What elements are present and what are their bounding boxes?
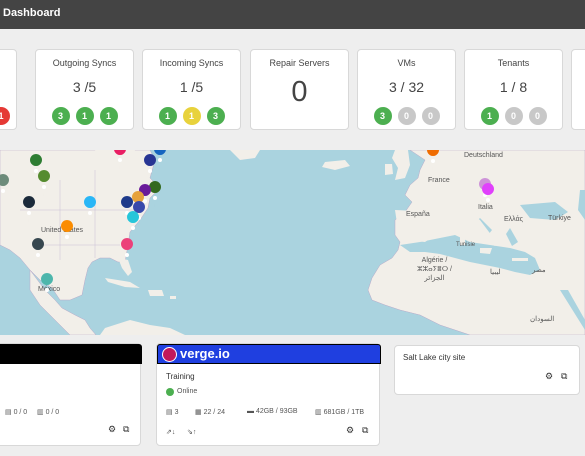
stat-card-tenants[interactable]: Tenants 1 / 8 1 0 0 bbox=[464, 49, 563, 130]
map-pin[interactable] bbox=[127, 211, 140, 237]
page-title: Dashboard bbox=[3, 7, 61, 19]
map-pin[interactable] bbox=[427, 150, 439, 170]
node-count: ▤ 3 bbox=[166, 409, 179, 416]
site-logo-text: verge.io bbox=[180, 346, 230, 361]
site-status: Online bbox=[177, 388, 198, 395]
status-badge-green: 3 bbox=[206, 107, 225, 125]
cpu-count: ▤ 0 / 0 bbox=[5, 409, 28, 416]
status-badge-gray: 0 bbox=[421, 107, 440, 125]
map-pin[interactable] bbox=[149, 181, 162, 207]
settings-gear-icon[interactable]: ⚙ bbox=[108, 424, 116, 435]
status-badge-green: 3 bbox=[51, 107, 70, 125]
status-online-indicator bbox=[166, 388, 174, 396]
status-badge-green: 1 bbox=[75, 107, 94, 125]
site-name: Training bbox=[166, 372, 195, 381]
cores-count: ▦ 22 / 24 bbox=[195, 409, 225, 416]
verge-logo-icon bbox=[162, 347, 177, 362]
map-pin[interactable] bbox=[23, 196, 36, 222]
storage-usage: ▥ 681GB / 1TB bbox=[315, 409, 365, 416]
stat-title: Incoming Syncs bbox=[159, 58, 224, 68]
status-badge-gray: 0 bbox=[504, 107, 523, 125]
sync-in-icon: ⇘↑ bbox=[187, 429, 197, 436]
external-link-icon[interactable]: ⧉ bbox=[561, 371, 567, 382]
status-badge-gray: 0 bbox=[528, 107, 547, 125]
cpu-icon: ▦ bbox=[195, 409, 202, 416]
status-badge-green: 1 bbox=[158, 107, 177, 125]
stat-title: Tenants bbox=[497, 58, 530, 68]
stat-value: 0 bbox=[291, 76, 308, 108]
stat-title: VMs bbox=[397, 58, 416, 68]
map-pin[interactable] bbox=[144, 154, 157, 180]
settings-gear-icon[interactable]: ⚙ bbox=[346, 425, 354, 436]
site-card-training[interactable]: verge.io Training Online ▤ 3 ▦ 22 / 24 ▬… bbox=[156, 343, 381, 446]
status-badge-yellow: 1 bbox=[182, 107, 201, 125]
ram-usage: ▬ 42GB / 93GB bbox=[247, 408, 298, 415]
stat-card-partial[interactable]: 1 bbox=[0, 49, 17, 130]
server-icon: ▤ bbox=[166, 409, 173, 416]
site-card-header: verge.io bbox=[157, 344, 381, 364]
settings-gear-icon[interactable]: ⚙ bbox=[545, 371, 553, 382]
map-pin[interactable] bbox=[38, 170, 51, 196]
storage-icon: ▥ bbox=[37, 409, 44, 416]
stat-value: 1 /5 bbox=[179, 79, 204, 95]
status-badge-green: 3 bbox=[373, 107, 392, 125]
map-pin[interactable] bbox=[41, 273, 54, 299]
stat-value: 3 / 32 bbox=[388, 79, 425, 95]
map-pin[interactable] bbox=[0, 174, 9, 200]
stat-value: 1 / 8 bbox=[499, 79, 528, 95]
stat-card-partial-right[interactable] bbox=[571, 49, 585, 130]
stat-value: 3 /5 bbox=[72, 79, 97, 95]
site-name: Salt Lake city site bbox=[403, 353, 466, 362]
stat-title: Outgoing Syncs bbox=[52, 58, 117, 68]
status-badge-green: 1 bbox=[480, 107, 499, 125]
stat-title: Repair Servers bbox=[269, 58, 330, 68]
map-pins-layer bbox=[0, 150, 495, 299]
site-card-left[interactable]: ▤ 0 / 0 ▥ 0 / 0 ⚙ ⧉ bbox=[0, 343, 142, 446]
memory-icon: ▬ bbox=[247, 408, 254, 415]
status-badge-green: 1 bbox=[99, 107, 118, 125]
external-link-icon[interactable]: ⧉ bbox=[123, 424, 129, 435]
stat-card-incoming-syncs[interactable]: Incoming Syncs 1 /5 1 1 3 bbox=[142, 49, 241, 130]
external-link-icon[interactable]: ⧉ bbox=[362, 425, 368, 436]
map-pin[interactable] bbox=[61, 220, 74, 246]
map-pin[interactable] bbox=[114, 150, 126, 169]
map-pin[interactable] bbox=[121, 238, 134, 264]
site-card-header bbox=[0, 344, 142, 364]
map-pin[interactable] bbox=[462, 150, 474, 162]
stat-card-repair-servers[interactable]: Repair Servers 0 bbox=[250, 49, 349, 130]
sync-out-icon: ⇗↓ bbox=[166, 429, 176, 436]
map-pin[interactable] bbox=[84, 196, 97, 222]
cpu-icon: ▤ bbox=[5, 409, 12, 416]
site-card-salt-lake[interactable]: Salt Lake city site ⚙ ⧉ bbox=[394, 345, 580, 395]
sites-map[interactable]: Deutschland France España United States … bbox=[0, 150, 585, 335]
storage-count: ▥ 0 / 0 bbox=[37, 409, 60, 416]
status-badge-red: 1 bbox=[0, 107, 10, 125]
top-bar: Dashboard bbox=[0, 0, 585, 29]
map-pin[interactable] bbox=[32, 238, 45, 264]
status-badge-gray: 0 bbox=[397, 107, 416, 125]
storage-icon: ▥ bbox=[315, 409, 322, 416]
stat-card-outgoing-syncs[interactable]: Outgoing Syncs 3 /5 3 1 1 bbox=[35, 49, 134, 130]
stat-card-vms[interactable]: VMs 3 / 32 3 0 0 bbox=[357, 49, 456, 130]
